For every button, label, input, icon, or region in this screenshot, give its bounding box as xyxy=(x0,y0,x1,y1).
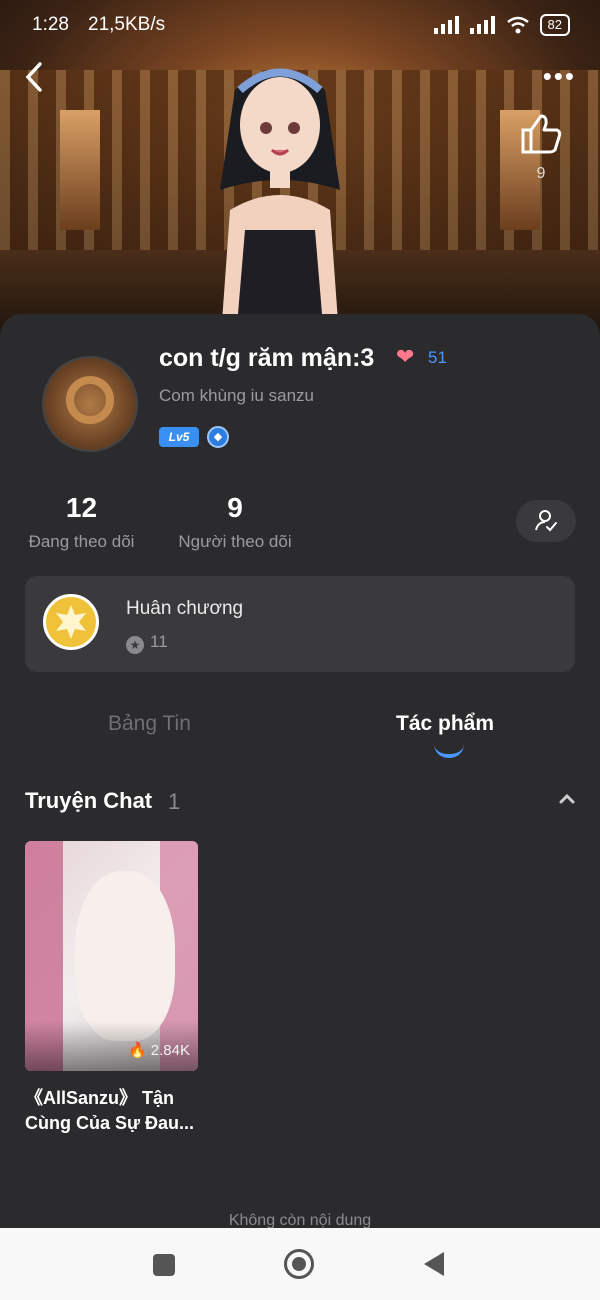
user-check-icon xyxy=(535,510,557,532)
avatar[interactable] xyxy=(42,356,138,452)
status-time: 1:28 xyxy=(32,14,69,35)
status-bar: 1:28 21,5KB/s 82 xyxy=(0,0,600,50)
heart-icon: ❤ xyxy=(396,344,415,369)
profile-panel: con t/g răm mận:3 ❤ 51 Com khùng iu sanz… xyxy=(0,314,600,1300)
system-nav-bar xyxy=(0,1228,600,1300)
signal-icon xyxy=(433,16,459,34)
followers-stat[interactable]: 9 Người theo dõi xyxy=(175,492,295,552)
more-options-icon[interactable]: ••• xyxy=(543,63,576,89)
like-button[interactable]: 9 xyxy=(518,112,564,183)
home-icon[interactable] xyxy=(284,1249,314,1279)
chevron-up-icon[interactable] xyxy=(558,790,576,808)
medal-count-row: ★ 11 xyxy=(126,632,168,654)
fire-icon: 🔥 xyxy=(127,1042,151,1059)
follow-status-button[interactable] xyxy=(516,500,576,542)
following-label: Đang theo dõi xyxy=(28,532,135,551)
work-card-cover[interactable]: 🔥 2.84K xyxy=(25,841,198,1071)
profile-cover xyxy=(0,0,600,340)
tab-feed[interactable]: Bảng Tin xyxy=(108,712,191,736)
status-icons: 82 xyxy=(433,14,570,36)
profile-name: con t/g răm mận:3 xyxy=(159,344,375,372)
back-icon[interactable] xyxy=(20,60,50,94)
thumbs-up-icon xyxy=(521,114,562,154)
like-count: 9 xyxy=(536,165,546,182)
recents-icon[interactable] xyxy=(153,1254,175,1276)
followers-count: 9 xyxy=(227,492,243,523)
work-views: 🔥 2.84K xyxy=(128,1041,190,1059)
following-count: 12 xyxy=(65,492,98,523)
character-figure xyxy=(220,68,340,340)
profile-bio: Com khùng iu sanzu xyxy=(159,386,314,405)
medal-card[interactable]: Huân chương ★ 11 xyxy=(25,576,575,672)
work-views-count: 2.84K xyxy=(150,1042,190,1059)
wifi-icon xyxy=(506,16,529,34)
followers-label: Người theo dõi xyxy=(178,532,292,551)
star-icon: ★ xyxy=(126,636,144,654)
medal-title: Huân chương xyxy=(126,598,244,619)
status-network-rate: 21,5KB/s xyxy=(88,14,166,35)
level-badge: Lv5 xyxy=(159,427,199,447)
signal-icon xyxy=(469,16,495,34)
section-count: 1 xyxy=(168,789,181,814)
tab-works[interactable]: Tác phẩm xyxy=(396,712,494,736)
tab-active-indicator xyxy=(434,744,464,758)
battery-indicator: 82 xyxy=(539,14,570,36)
section-title: Truyện Chat xyxy=(25,788,153,813)
heart-count: 51 xyxy=(428,348,447,367)
medal-icon xyxy=(43,594,99,650)
medal-count: 11 xyxy=(150,632,168,651)
system-back-icon[interactable] xyxy=(424,1252,444,1276)
work-title[interactable]: 《AllSanzu》 Tận Cùng Của Sự Đau... xyxy=(25,1086,205,1136)
following-stat[interactable]: 12 Đang theo dõi xyxy=(25,492,138,552)
cover-tower xyxy=(60,110,100,230)
droplet-badge-icon: ◆ xyxy=(207,426,229,448)
